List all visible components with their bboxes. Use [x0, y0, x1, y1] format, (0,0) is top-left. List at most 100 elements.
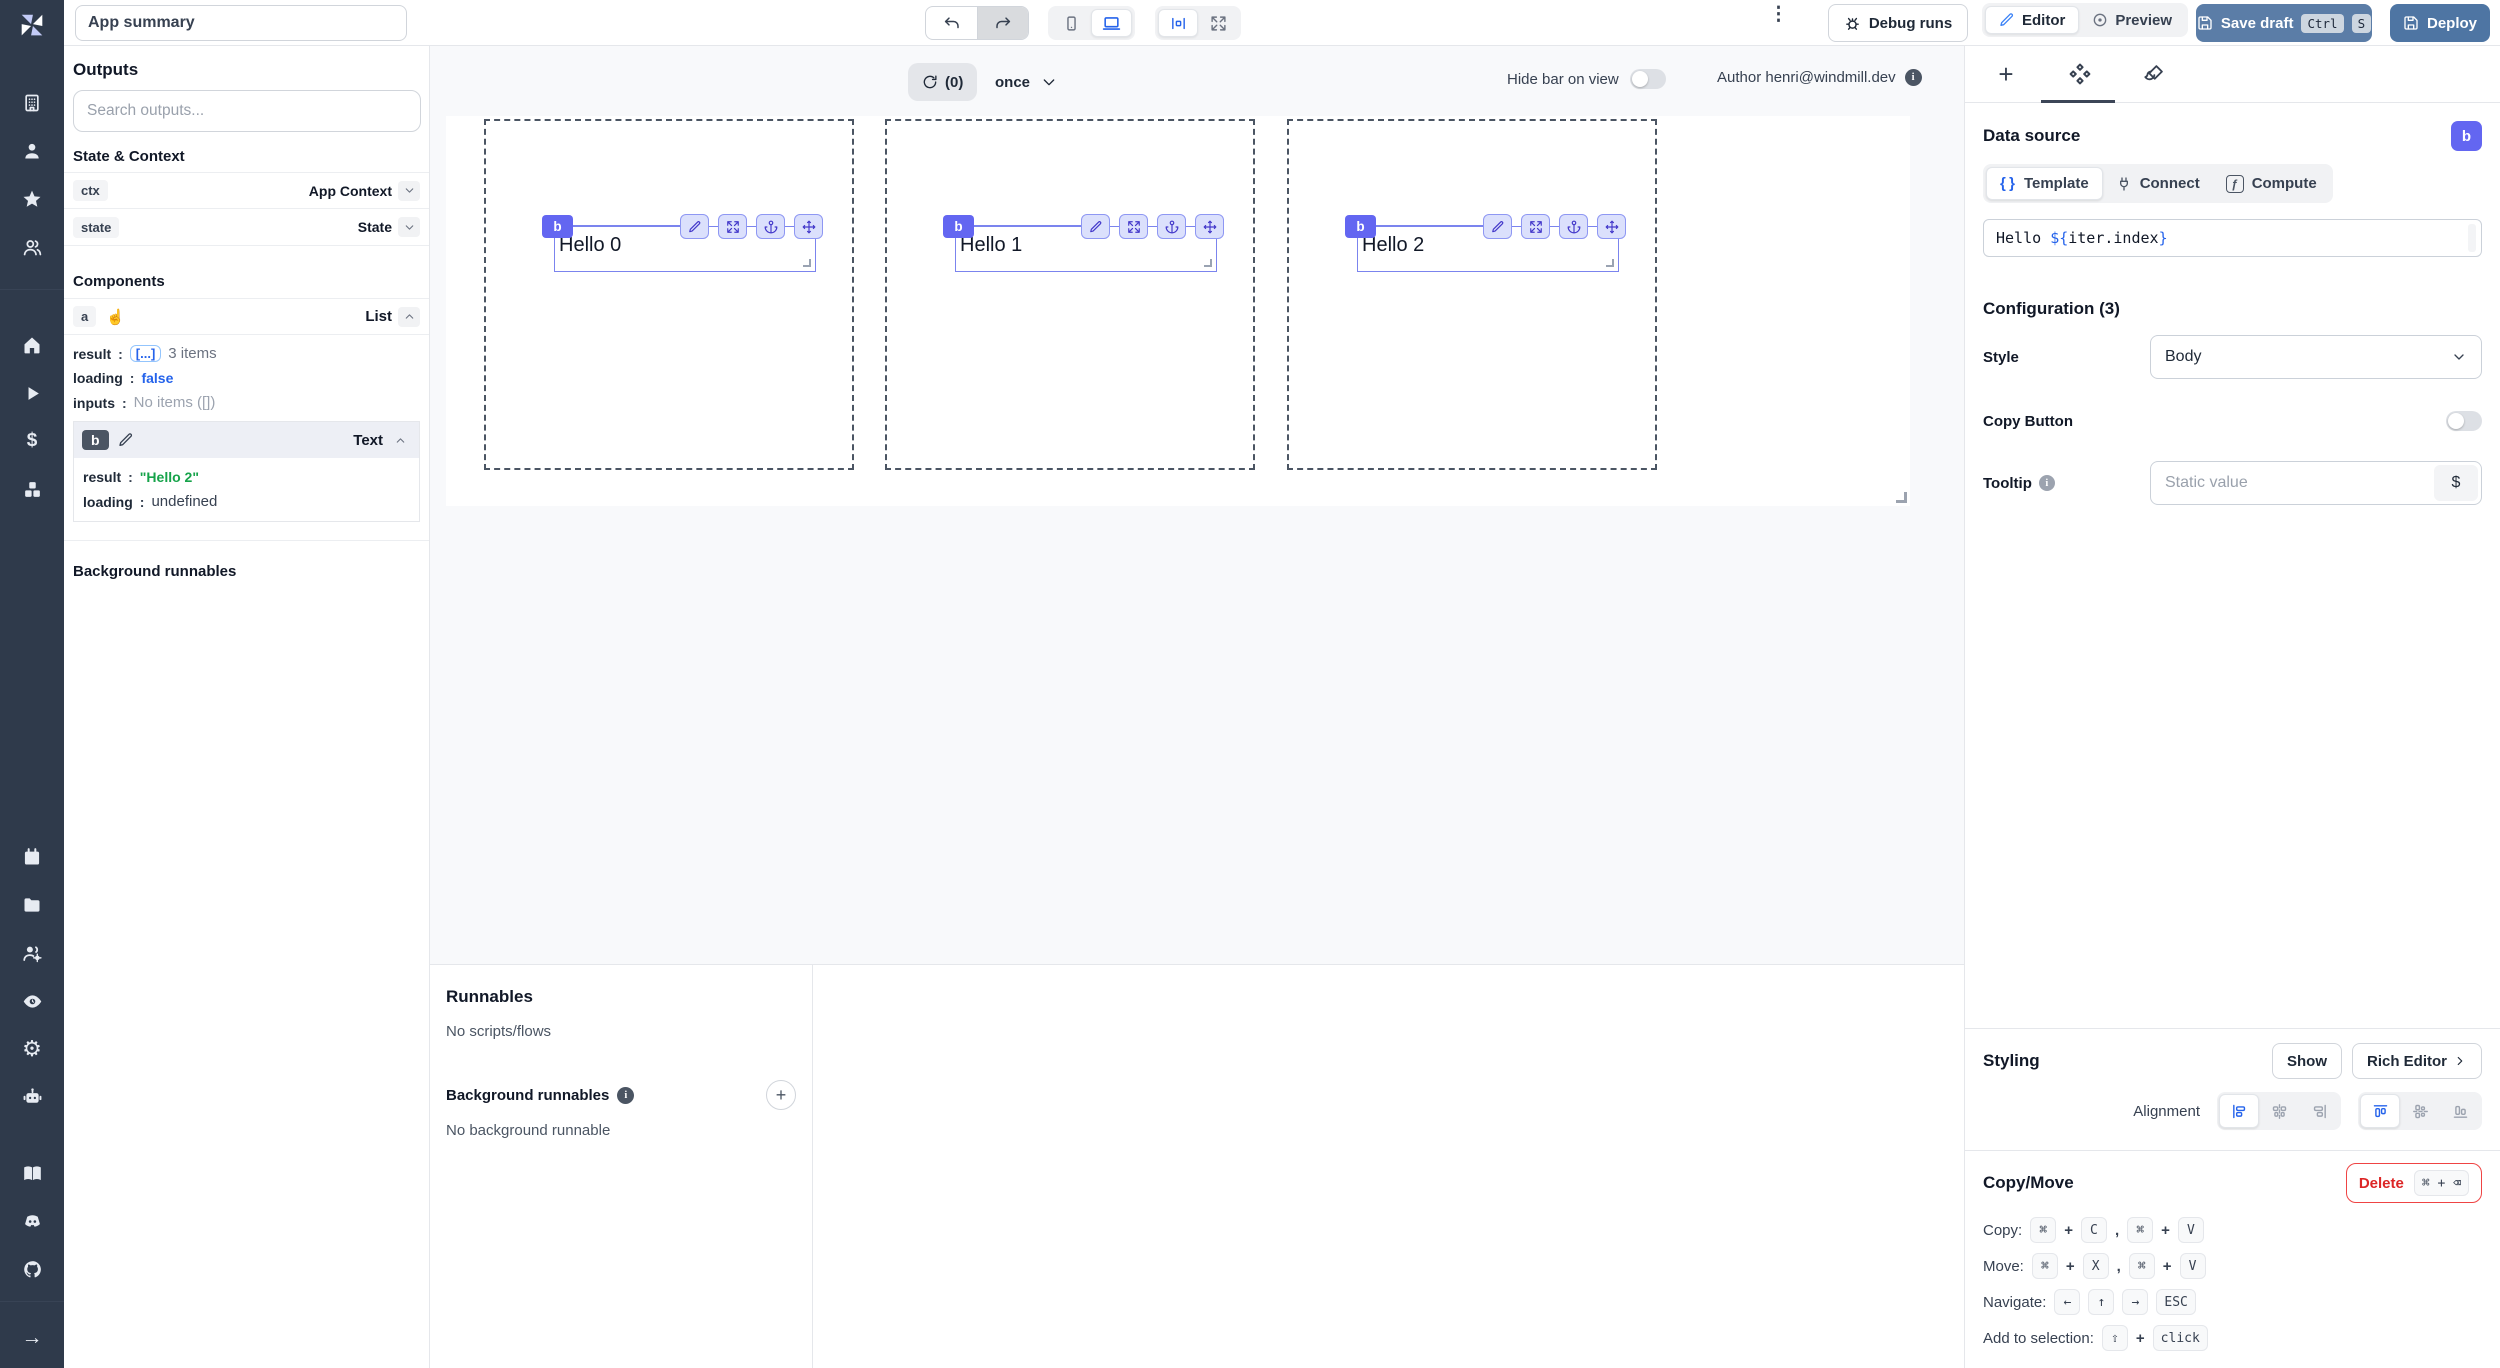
chevron-right-icon: [2457, 1056, 2463, 1066]
component-resize-handle[interactable]: [803, 259, 811, 267]
show-styling-button[interactable]: Show: [2271, 1043, 2342, 1079]
edit-component-button[interactable]: [1483, 214, 1512, 239]
component-toolbar: [1483, 214, 1626, 239]
component-resize-handle[interactable]: [1204, 259, 1212, 267]
prop-inputs-row[interactable]: inputs : No items ([]): [64, 390, 429, 415]
kebab-menu-icon[interactable]: ⋮: [1769, 5, 1788, 24]
component-a-row[interactable]: a ☝ List: [64, 298, 429, 335]
mobile-view-button[interactable]: [1051, 9, 1091, 37]
styling-tab[interactable]: [2139, 59, 2169, 89]
list-item-container[interactable]: b Hello 2: [1287, 119, 1657, 470]
chevron-up-icon[interactable]: [389, 430, 411, 450]
dynamic-value-button[interactable]: $: [2434, 465, 2478, 501]
move-component-button[interactable]: [794, 214, 823, 239]
prop-result-row[interactable]: result : "Hello 2": [74, 465, 419, 489]
sidebar-resources-icon[interactable]: [0, 465, 64, 513]
edit-component-button[interactable]: [680, 214, 709, 239]
state-row[interactable]: state State: [64, 209, 429, 246]
sidebar-play-icon[interactable]: [0, 369, 64, 417]
sidebar-github-icon[interactable]: [0, 1245, 64, 1293]
list-item-container[interactable]: b Hello 0: [484, 119, 854, 470]
anchor-component-button[interactable]: [1559, 214, 1588, 239]
align-top-button[interactable]: [2360, 1094, 2400, 1128]
compute-tab[interactable]: ƒ Compute: [2213, 167, 2330, 200]
undo-button[interactable]: [926, 7, 977, 39]
component-id-badge[interactable]: b: [542, 215, 573, 238]
template-tab[interactable]: { } Template: [1986, 167, 2103, 200]
expand-component-button[interactable]: [1521, 214, 1550, 239]
info-icon[interactable]: i: [2038, 475, 2055, 491]
info-icon[interactable]: i: [1904, 69, 1922, 86]
expand-component-button[interactable]: [1119, 214, 1148, 239]
sidebar-book-icon[interactable]: [0, 1149, 64, 1197]
move-component-button[interactable]: [1597, 214, 1626, 239]
move-component-button[interactable]: [1195, 214, 1224, 239]
component-id-badge[interactable]: b: [1345, 215, 1376, 238]
ctx-row[interactable]: ctx App Context: [64, 172, 429, 209]
tooltip-input[interactable]: [2151, 474, 2431, 492]
sidebar-building-icon[interactable]: [0, 79, 64, 127]
info-icon[interactable]: i: [617, 1086, 635, 1104]
hide-bar-toggle[interactable]: [1629, 69, 1666, 89]
prop-loading-row[interactable]: loading : undefined: [74, 489, 419, 514]
anchor-component-button[interactable]: [756, 214, 785, 239]
expand-component-button[interactable]: [718, 214, 747, 239]
redo-button[interactable]: [977, 7, 1028, 39]
desktop-view-button[interactable]: [1091, 9, 1132, 37]
sidebar-user-icon[interactable]: [0, 127, 64, 175]
preview-tab[interactable]: Preview: [2079, 6, 2185, 34]
sidebar-worker-group-icon[interactable]: [0, 929, 64, 977]
delete-component-button[interactable]: Delete ⌘ + ⌫: [2345, 1163, 2482, 1203]
align-left-button[interactable]: [2219, 1094, 2259, 1128]
component-resize-handle[interactable]: [1606, 259, 1614, 267]
deploy-button[interactable]: Deploy: [2390, 4, 2490, 42]
sidebar-dollar-icon[interactable]: $: [0, 417, 64, 465]
connect-tab[interactable]: Connect: [2103, 167, 2213, 200]
chevron-down-icon[interactable]: [398, 180, 420, 201]
sidebar-star-icon[interactable]: [0, 175, 64, 223]
refresh-mode-dropdown[interactable]: once: [981, 63, 1071, 101]
align-center-vertical-button[interactable]: [2400, 1094, 2440, 1128]
sidebar-settings-icon[interactable]: ⚙: [0, 1025, 64, 1073]
center-content-button[interactable]: [1158, 9, 1198, 37]
component-settings-tab[interactable]: [2065, 59, 2095, 89]
refresh-button[interactable]: (0): [908, 63, 978, 101]
sidebar-user-group-icon[interactable]: [0, 223, 64, 271]
debug-runs-button[interactable]: Debug runs: [1828, 4, 1968, 42]
sidebar-discord-icon[interactable]: [0, 1197, 64, 1245]
component-b-row[interactable]: b Text: [74, 422, 419, 458]
style-select[interactable]: Body: [2150, 335, 2482, 379]
anchor-component-button[interactable]: [1157, 214, 1186, 239]
align-right-button[interactable]: [2299, 1094, 2339, 1128]
prop-loading-row[interactable]: loading : false: [64, 366, 429, 390]
insert-component-tab[interactable]: +: [1991, 59, 2021, 89]
chevron-up-icon[interactable]: [398, 306, 420, 327]
edit-component-button[interactable]: [1081, 214, 1110, 239]
app-summary-input[interactable]: [75, 5, 407, 41]
sidebar-home-icon[interactable]: [0, 321, 64, 369]
chevron-down-icon[interactable]: [398, 217, 420, 237]
sidebar-folder-icon[interactable]: [0, 881, 64, 929]
sidebar-robot-icon[interactable]: [0, 1073, 64, 1121]
save-draft-button[interactable]: Save draft Ctrl S: [2196, 4, 2372, 42]
collapsed-array-chip[interactable]: [...]: [129, 345, 162, 362]
windmill-logo[interactable]: [0, 8, 64, 44]
editor-tab[interactable]: Editor: [1985, 6, 2080, 34]
prop-result-row[interactable]: result : [...] 3 items: [64, 341, 429, 366]
pencil-icon[interactable]: [118, 432, 134, 448]
rich-editor-button[interactable]: Rich Editor: [2351, 1043, 2482, 1079]
align-center-horizontal-button[interactable]: [2259, 1094, 2299, 1128]
fullwidth-button[interactable]: [1198, 9, 1238, 37]
sidebar-eye-icon[interactable]: [0, 977, 64, 1025]
copy-button-toggle[interactable]: [2446, 411, 2482, 431]
sidebar-calendar-icon[interactable]: [0, 833, 64, 881]
sidebar-arrow-right-icon[interactable]: →: [0, 1314, 64, 1362]
list-item-container[interactable]: b Hello 1: [885, 119, 1255, 470]
search-outputs-input[interactable]: [73, 90, 421, 132]
template-expression-input[interactable]: Hello ${iter.index}: [1983, 219, 2482, 257]
style-value: Body: [2165, 348, 2202, 365]
align-bottom-button[interactable]: [2440, 1094, 2480, 1128]
add-background-runnable-button[interactable]: +: [766, 1080, 796, 1110]
grid-resize-handle[interactable]: [1896, 492, 1907, 503]
component-id-badge[interactable]: b: [943, 215, 974, 238]
